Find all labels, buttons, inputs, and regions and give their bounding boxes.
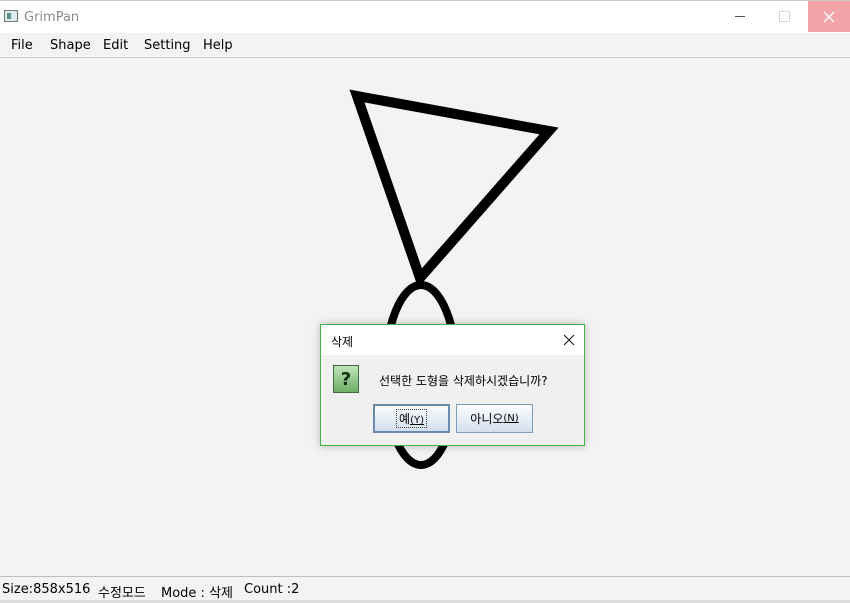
drawing-canvas[interactable] <box>0 58 850 576</box>
status-bar: Size:858x516 수정모드 Mode : 삭제 Count :2 <box>0 576 850 603</box>
menu-setting[interactable]: Setting <box>144 38 191 53</box>
yes-label: 예 <box>399 412 411 426</box>
delete-confirm-dialog: 삭제 ? 선택한 도형을 삭제하시겠습니까? 예(Y) 아니오 (N) <box>320 324 585 446</box>
menu-bar: File Shape Edit Setting Help <box>0 33 850 58</box>
app-icon <box>4 10 18 22</box>
close-icon <box>823 11 835 22</box>
status-mode: Mode : 삭제 <box>161 586 233 601</box>
triangle-shape[interactable] <box>349 89 559 288</box>
minimize-button[interactable] <box>718 1 762 32</box>
status-count: Count :2 <box>244 582 300 597</box>
menu-edit[interactable]: Edit <box>103 38 128 53</box>
menu-shape[interactable]: Shape <box>50 38 91 53</box>
dialog-titlebar: 삭제 <box>321 325 584 355</box>
yes-mnemonic: (Y) <box>410 415 424 426</box>
dialog-close-icon[interactable] <box>559 331 579 349</box>
minimize-icon <box>735 16 745 17</box>
yes-button[interactable]: 예(Y) <box>373 404 450 433</box>
question-icon: ? <box>333 365 359 393</box>
no-label: 아니오 <box>470 412 504 426</box>
maximize-icon <box>778 11 790 22</box>
maximize-button[interactable] <box>762 1 806 32</box>
yes-button-focus: 예(Y) <box>396 409 427 428</box>
close-button[interactable] <box>808 1 850 32</box>
dialog-title: 삭제 <box>331 335 354 349</box>
window-title: GrimPan <box>24 10 80 25</box>
window-titlebar: GrimPan <box>0 0 850 33</box>
menu-file[interactable]: File <box>11 38 33 53</box>
status-size: Size:858x516 <box>2 582 91 597</box>
dialog-message: 선택한 도형을 삭제하시겠습니까? <box>379 374 548 388</box>
menu-help[interactable]: Help <box>203 38 233 53</box>
no-button[interactable]: 아니오 (N) <box>456 404 533 433</box>
no-mnemonic: (N) <box>503 413 519 424</box>
status-mode-name: 수정모드 <box>98 586 146 601</box>
